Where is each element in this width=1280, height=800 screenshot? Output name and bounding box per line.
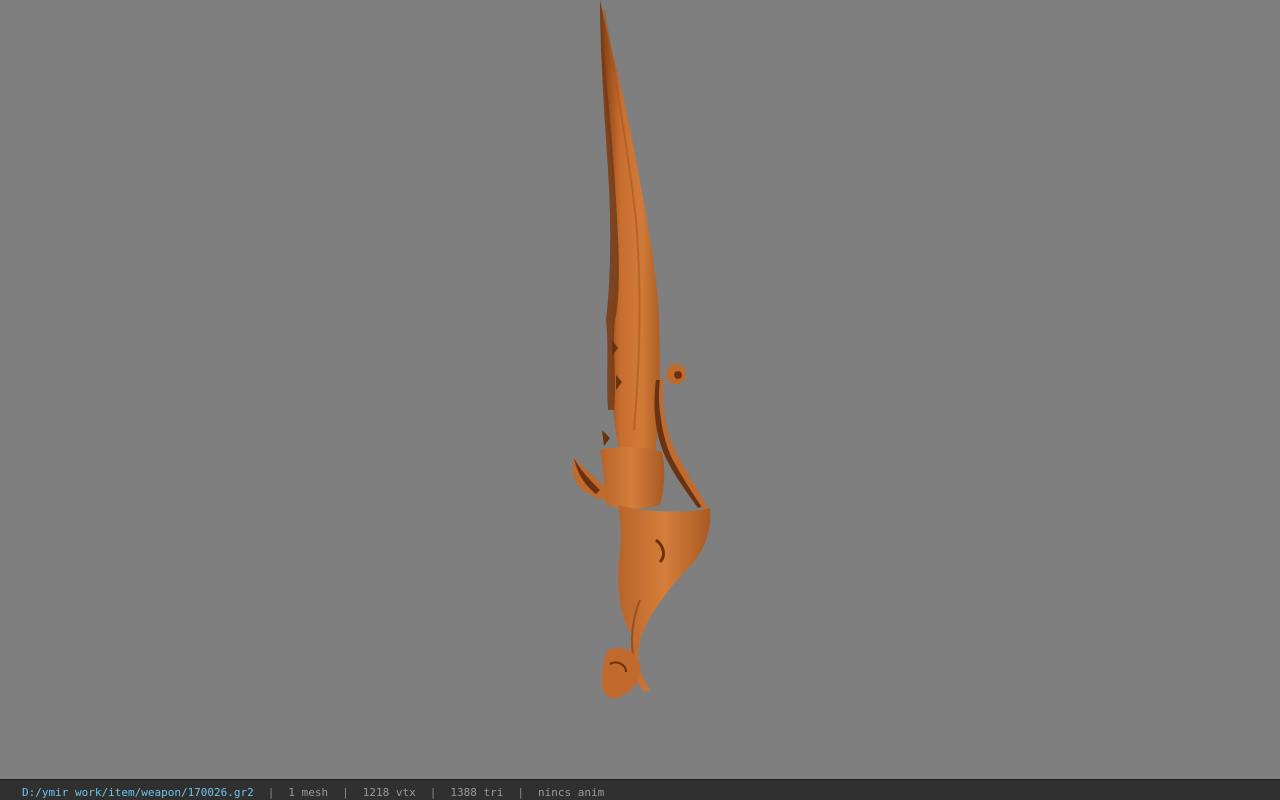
- sword-guard: [600, 447, 665, 509]
- model-render[interactable]: [0, 0, 1280, 779]
- status-anim: nincs anim: [538, 786, 605, 799]
- status-file-path: D:/ymir work/item/weapon/170026.gr2: [22, 786, 254, 799]
- status-bar: D:/ymir work/item/weapon/170026.gr2 | 1 …: [0, 779, 1280, 800]
- status-separator: |: [267, 786, 275, 799]
- sword-pommel: [601, 648, 641, 699]
- status-separator: |: [517, 786, 525, 799]
- status-vertex-count: 1218 vtx: [362, 786, 416, 799]
- status-separator: |: [342, 786, 349, 799]
- status-mesh-count: 1 mesh: [288, 786, 329, 799]
- status-separator: |: [429, 786, 437, 799]
- status-triangle-count: 1388 tri: [450, 786, 504, 799]
- 3d-viewport[interactable]: [0, 0, 1280, 779]
